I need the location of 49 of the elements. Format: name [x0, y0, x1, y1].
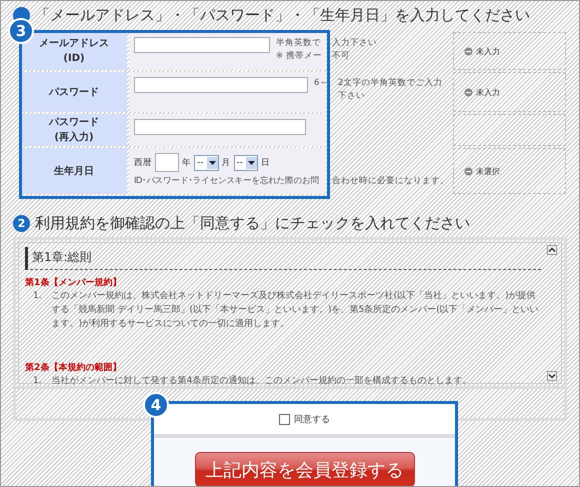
scroll-down-button[interactable] — [547, 371, 557, 381]
input-field[interactable] — [134, 37, 270, 53]
field-label: メールアドレス — [39, 37, 109, 51]
status-text: 未入力 — [476, 46, 500, 56]
era-label: 西暦 — [134, 156, 152, 168]
caret-icon — [246, 156, 257, 168]
hint-text: 入力下さい — [332, 37, 378, 50]
hint-text: 半角英数で — [276, 37, 322, 50]
article-title: 第2条【本規約の範囲】 — [25, 361, 122, 374]
field-label: (ID) — [63, 52, 85, 66]
step-number: 2 — [13, 214, 30, 232]
year-field[interactable] — [155, 153, 179, 172]
hint-text: ※ 携帯メー — [276, 50, 323, 63]
terms-paragraph: 当社がメンバーに対して発する第4条所定の通知は、このメンバー規約の一部を構成するものとします。 — [52, 374, 472, 388]
input-field[interactable] — [134, 119, 306, 135]
terms-paragraph: このメンバー規約は、株式会社ネットドリーマーズ及び株式会社デイリースポーツ社(以下「当社」といいます。)が提供する「競馬新聞 デイリー馬三郎」(以下「本サービス」といいます。)を、第5条所定のメンバー(以下「メンバー」といいます。)が利用するサービスについての一切に適用します。 — [52, 290, 540, 331]
field-label: (再入力) — [54, 130, 94, 145]
unit-label: 年 — [182, 156, 191, 168]
status-text: 未選択 — [476, 166, 500, 176]
unit-label: 月 — [222, 156, 230, 168]
input-field[interactable] — [134, 77, 308, 93]
item-number: 1. — [33, 375, 42, 388]
hint-text: 不可 — [332, 50, 351, 63]
item-number: 1. — [33, 290, 42, 303]
section-heading: 利用規約を御確認の上「同意する」にチェックを入れてください — [35, 214, 470, 232]
minus-circle-icon — [464, 166, 473, 176]
article-title: 第1条【メンバー規約】 — [25, 276, 122, 289]
field-label: パスワード — [49, 86, 99, 100]
callout-badge: 3 — [8, 18, 34, 44]
section-heading: 「メールアドレス」・「パスワード」・「生年月日」を入力してください — [35, 6, 530, 24]
caret-icon — [206, 156, 218, 168]
callout-badge: 4 — [143, 392, 169, 418]
select-field[interactable]: -- — [194, 154, 218, 170]
chapter-heading: 第1章:総則 — [25, 247, 541, 270]
submit-button[interactable]: 上記内容を会員登録する — [194, 452, 414, 486]
field-label: 生年月日 — [54, 164, 94, 178]
select-field[interactable]: -- — [234, 154, 258, 170]
hint-text: 6～ — [314, 77, 330, 90]
hint-text: 合わせ時に必要になります。 — [332, 175, 450, 187]
minus-circle-icon — [464, 46, 473, 56]
hint-text: 2文字の半角英数でご入力下さい — [338, 77, 444, 103]
minus-circle-icon — [464, 88, 473, 96]
field-label: パスワード — [49, 116, 99, 130]
agree-checkbox[interactable] — [279, 414, 290, 424]
unit-label: 日 — [261, 156, 270, 168]
status-text: 未入力 — [476, 86, 500, 98]
checkbox-label: 同意する — [294, 414, 330, 426]
scroll-up-button[interactable] — [547, 245, 557, 255]
hint-text: ID･パスワード･ライセンスキーを忘れた際のお問 — [134, 175, 320, 187]
